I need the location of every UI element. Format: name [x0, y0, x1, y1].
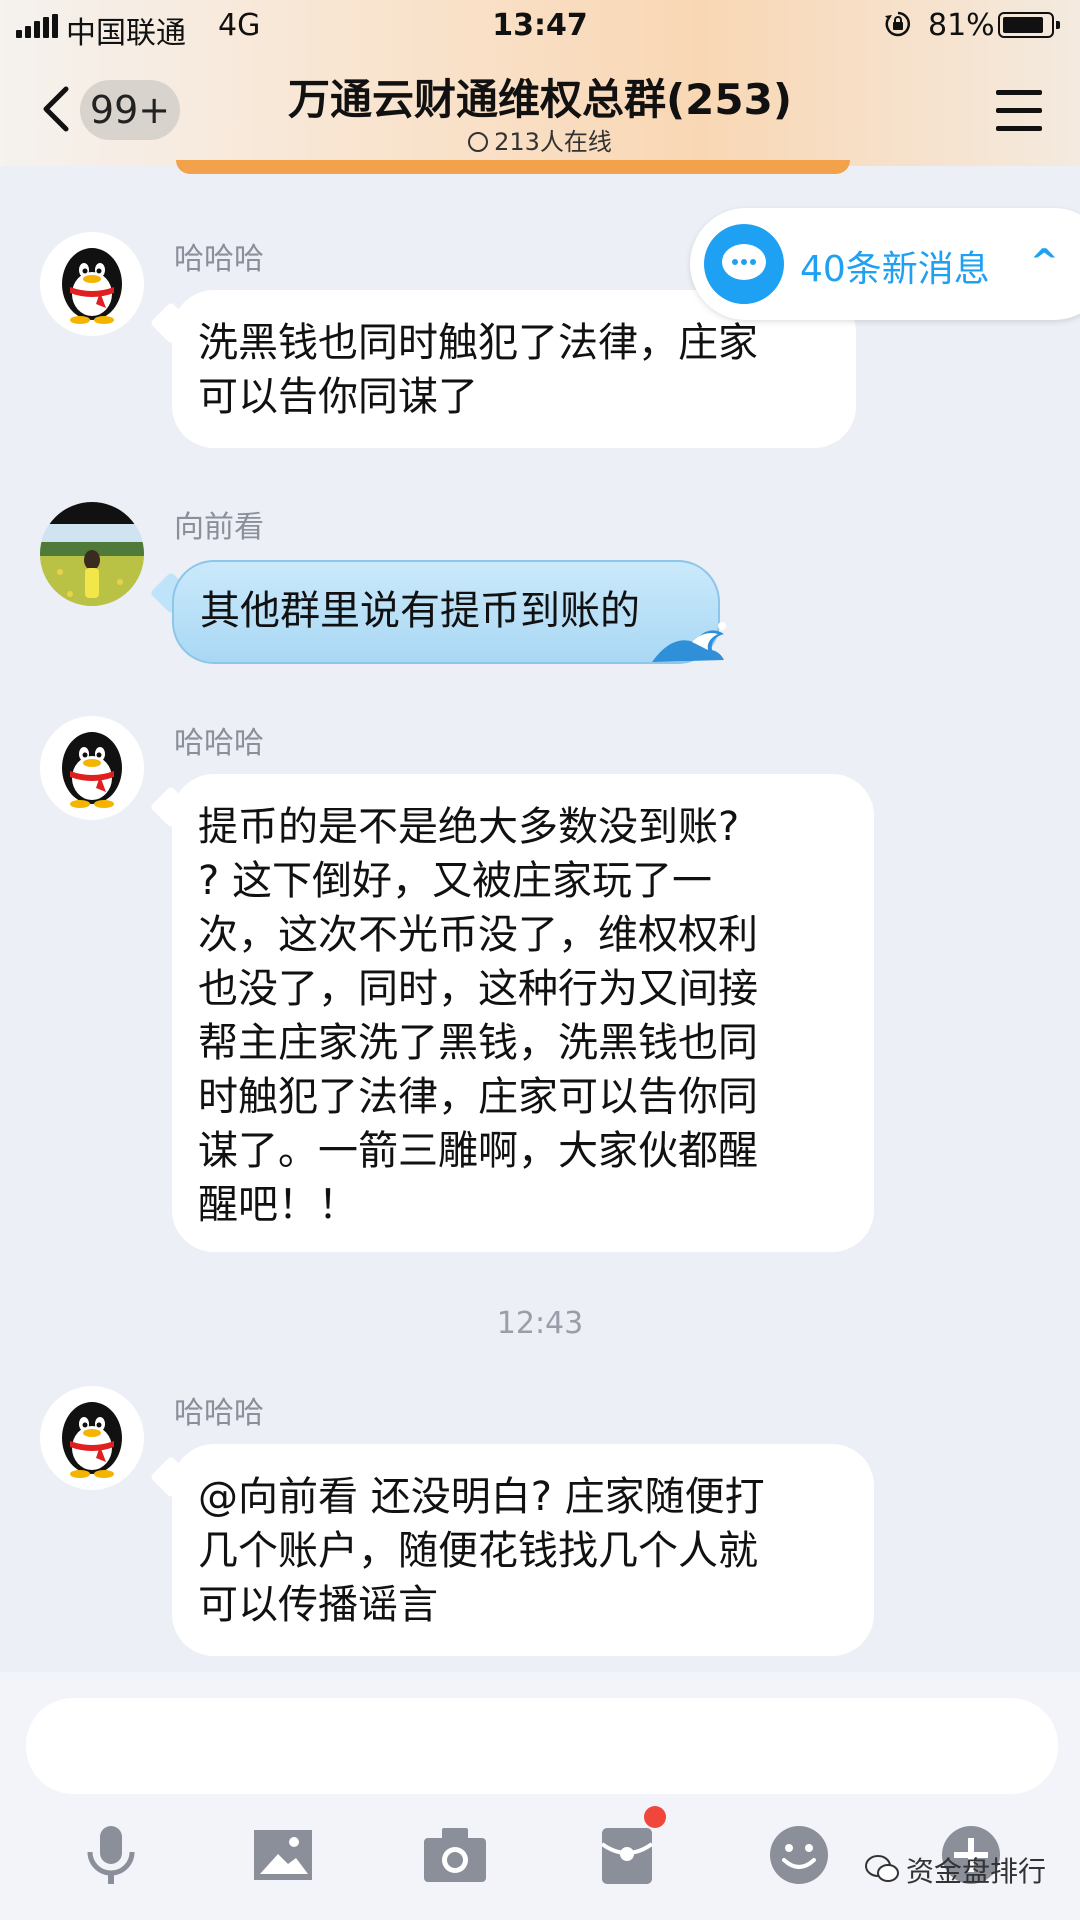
- message-bubble[interactable]: 其他群里说有提币到账的: [172, 560, 720, 664]
- new-messages-button[interactable]: 40条新消息 ^: [690, 208, 1080, 320]
- avatar-penguin[interactable]: [40, 716, 144, 820]
- new-message-icon: [704, 224, 784, 304]
- battery-percent: 81%: [928, 8, 995, 43]
- top-bar: 中国联通 4G 13:47 81% 99+ 万通云财通维权总群(253) 213…: [0, 0, 1080, 166]
- wave-decoration-icon: [652, 622, 726, 662]
- avatar-photo[interactable]: [40, 502, 144, 606]
- message-line: 洗黑钱也同时触犯了法律，庄家: [198, 320, 758, 366]
- menu-icon[interactable]: [996, 90, 1042, 132]
- emoji-icon[interactable]: [764, 1820, 834, 1890]
- penguin-icon: [62, 1402, 122, 1478]
- group-title[interactable]: 万通云财通维权总群(253): [0, 66, 1080, 127]
- message-line: 谋了。一箭三雕啊，大家伙都醒: [198, 1128, 758, 1174]
- message-line: @向前看 还没明白? 庄家随便打: [198, 1474, 765, 1520]
- online-count[interactable]: 213人在线: [0, 122, 1080, 157]
- message-line: 时触犯了法律，庄家可以告你同: [198, 1074, 758, 1120]
- penguin-icon: [62, 248, 122, 324]
- sender-name: 哈哈哈: [174, 726, 264, 761]
- chevron-up-icon: ^: [1030, 242, 1059, 282]
- status-time: 13:47: [492, 8, 588, 43]
- previous-message-edge: [176, 160, 850, 174]
- red-packet-icon[interactable]: [592, 1820, 662, 1890]
- wechat-icon: [865, 1855, 899, 1882]
- penguin-icon: [62, 732, 122, 808]
- message-line: 提币的是不是绝大多数没到账?: [198, 804, 740, 850]
- message-line: 醒吧！！: [198, 1182, 358, 1228]
- new-messages-label: 40条新消息: [800, 249, 990, 290]
- online-count-text: 213人在线: [494, 128, 612, 156]
- message-line: 几个账户，随便花钱找几个人就: [198, 1528, 758, 1574]
- message-line: ? 这下倒好，又被庄家玩了一: [198, 858, 712, 904]
- message-input[interactable]: [26, 1698, 1058, 1794]
- avatar-penguin[interactable]: [40, 1386, 144, 1490]
- message-bubble[interactable]: @向前看 还没明白? 庄家随便打 几个账户，随便花钱找几个人就 可以传播谣言: [172, 1444, 874, 1656]
- timestamp: 12:43: [496, 1306, 584, 1341]
- status-bar: 中国联通 4G 13:47 81%: [0, 0, 1080, 52]
- message-bubble[interactable]: 提币的是不是绝大多数没到账? ? 这下倒好，又被庄家玩了一 次，这次不光币没了，…: [172, 774, 874, 1252]
- battery-icon: [998, 12, 1060, 38]
- sender-name: 哈哈哈: [174, 242, 264, 277]
- online-status-icon: [468, 132, 489, 152]
- message-line: 可以告你同谋了: [198, 374, 478, 420]
- avatar-penguin[interactable]: [40, 232, 144, 336]
- message-line: 其他群里说有提币到账的: [200, 588, 640, 634]
- message-line: 次，这次不光币没了，维权权利: [198, 912, 758, 958]
- message-line: 可以传播谣言: [198, 1582, 438, 1628]
- message-line: 帮主庄家洗了黑钱，洗黑钱也同: [198, 1020, 758, 1066]
- sender-name: 哈哈哈: [174, 1396, 264, 1431]
- rotation-lock-icon: [885, 11, 911, 37]
- sender-name: 向前看: [174, 510, 264, 545]
- voice-icon[interactable]: [76, 1820, 146, 1890]
- message-line: 也没了，同时，这种行为又间接: [198, 966, 758, 1012]
- notification-dot: [644, 1806, 666, 1828]
- camera-icon[interactable]: [420, 1820, 490, 1890]
- image-icon[interactable]: [248, 1820, 318, 1890]
- photo-avatar-icon: [40, 502, 144, 606]
- watermark-text: 资金盘排行: [906, 1855, 1047, 1888]
